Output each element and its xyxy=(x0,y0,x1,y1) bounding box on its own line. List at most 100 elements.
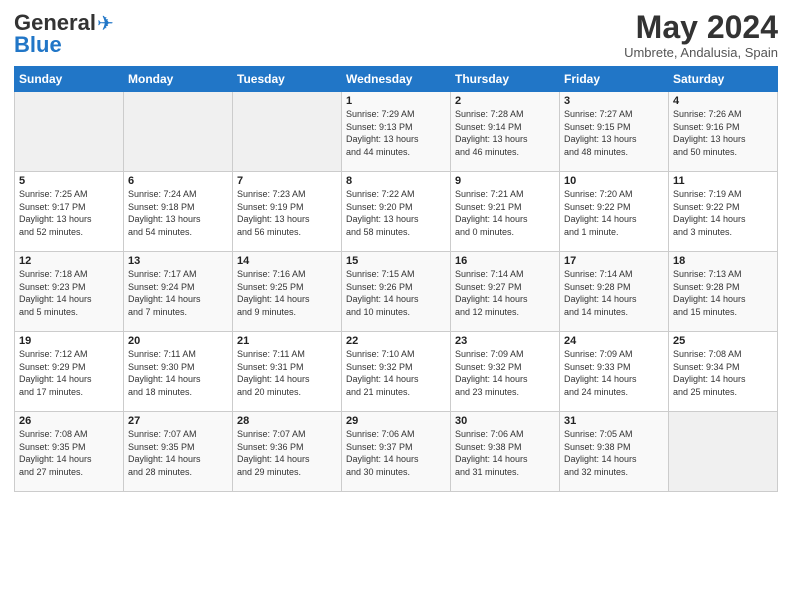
day-cell: 31Sunrise: 7:05 AM Sunset: 9:38 PM Dayli… xyxy=(560,412,669,492)
day-info: Sunrise: 7:08 AM Sunset: 9:34 PM Dayligh… xyxy=(673,348,773,398)
day-info: Sunrise: 7:26 AM Sunset: 9:16 PM Dayligh… xyxy=(673,108,773,158)
day-number: 16 xyxy=(455,255,555,267)
day-number: 6 xyxy=(128,175,228,187)
day-number: 1 xyxy=(346,95,446,107)
day-cell: 30Sunrise: 7:06 AM Sunset: 9:38 PM Dayli… xyxy=(451,412,560,492)
header: General ✈ Blue May 2024 Umbrete, Andalus… xyxy=(14,10,778,60)
day-cell: 14Sunrise: 7:16 AM Sunset: 9:25 PM Dayli… xyxy=(233,252,342,332)
logo-blue-text: Blue xyxy=(14,32,62,58)
day-number: 5 xyxy=(19,175,119,187)
day-number: 2 xyxy=(455,95,555,107)
day-info: Sunrise: 7:21 AM Sunset: 9:21 PM Dayligh… xyxy=(455,188,555,238)
day-number: 24 xyxy=(564,335,664,347)
col-header-friday: Friday xyxy=(560,67,669,92)
logo: General ✈ Blue xyxy=(14,10,114,58)
day-number: 19 xyxy=(19,335,119,347)
day-cell: 13Sunrise: 7:17 AM Sunset: 9:24 PM Dayli… xyxy=(124,252,233,332)
day-cell: 29Sunrise: 7:06 AM Sunset: 9:37 PM Dayli… xyxy=(342,412,451,492)
day-number: 17 xyxy=(564,255,664,267)
day-info: Sunrise: 7:20 AM Sunset: 9:22 PM Dayligh… xyxy=(564,188,664,238)
day-info: Sunrise: 7:06 AM Sunset: 9:37 PM Dayligh… xyxy=(346,428,446,478)
day-cell: 4Sunrise: 7:26 AM Sunset: 9:16 PM Daylig… xyxy=(669,92,778,172)
logo-bird-icon: ✈ xyxy=(97,11,114,36)
day-info: Sunrise: 7:12 AM Sunset: 9:29 PM Dayligh… xyxy=(19,348,119,398)
day-number: 7 xyxy=(237,175,337,187)
day-number: 28 xyxy=(237,415,337,427)
day-info: Sunrise: 7:10 AM Sunset: 9:32 PM Dayligh… xyxy=(346,348,446,398)
day-info: Sunrise: 7:24 AM Sunset: 9:18 PM Dayligh… xyxy=(128,188,228,238)
day-number: 4 xyxy=(673,95,773,107)
week-row-2: 5Sunrise: 7:25 AM Sunset: 9:17 PM Daylig… xyxy=(15,172,778,252)
day-number: 14 xyxy=(237,255,337,267)
week-row-1: 1Sunrise: 7:29 AM Sunset: 9:13 PM Daylig… xyxy=(15,92,778,172)
col-header-tuesday: Tuesday xyxy=(233,67,342,92)
day-cell: 18Sunrise: 7:13 AM Sunset: 9:28 PM Dayli… xyxy=(669,252,778,332)
day-cell: 3Sunrise: 7:27 AM Sunset: 9:15 PM Daylig… xyxy=(560,92,669,172)
day-cell: 17Sunrise: 7:14 AM Sunset: 9:28 PM Dayli… xyxy=(560,252,669,332)
day-cell: 5Sunrise: 7:25 AM Sunset: 9:17 PM Daylig… xyxy=(15,172,124,252)
day-cell: 27Sunrise: 7:07 AM Sunset: 9:35 PM Dayli… xyxy=(124,412,233,492)
day-number: 18 xyxy=(673,255,773,267)
col-header-sunday: Sunday xyxy=(15,67,124,92)
day-info: Sunrise: 7:11 AM Sunset: 9:30 PM Dayligh… xyxy=(128,348,228,398)
week-row-4: 19Sunrise: 7:12 AM Sunset: 9:29 PM Dayli… xyxy=(15,332,778,412)
day-number: 10 xyxy=(564,175,664,187)
day-cell: 21Sunrise: 7:11 AM Sunset: 9:31 PM Dayli… xyxy=(233,332,342,412)
page: General ✈ Blue May 2024 Umbrete, Andalus… xyxy=(0,0,792,612)
day-number: 26 xyxy=(19,415,119,427)
day-info: Sunrise: 7:14 AM Sunset: 9:27 PM Dayligh… xyxy=(455,268,555,318)
col-header-saturday: Saturday xyxy=(669,67,778,92)
day-number: 21 xyxy=(237,335,337,347)
day-cell: 1Sunrise: 7:29 AM Sunset: 9:13 PM Daylig… xyxy=(342,92,451,172)
day-info: Sunrise: 7:07 AM Sunset: 9:36 PM Dayligh… xyxy=(237,428,337,478)
day-number: 31 xyxy=(564,415,664,427)
day-info: Sunrise: 7:05 AM Sunset: 9:38 PM Dayligh… xyxy=(564,428,664,478)
day-cell: 10Sunrise: 7:20 AM Sunset: 9:22 PM Dayli… xyxy=(560,172,669,252)
location: Umbrete, Andalusia, Spain xyxy=(624,45,778,60)
col-header-wednesday: Wednesday xyxy=(342,67,451,92)
day-number: 8 xyxy=(346,175,446,187)
day-cell xyxy=(15,92,124,172)
day-info: Sunrise: 7:11 AM Sunset: 9:31 PM Dayligh… xyxy=(237,348,337,398)
day-info: Sunrise: 7:16 AM Sunset: 9:25 PM Dayligh… xyxy=(237,268,337,318)
day-number: 15 xyxy=(346,255,446,267)
calendar-table: SundayMondayTuesdayWednesdayThursdayFrid… xyxy=(14,66,778,492)
day-info: Sunrise: 7:08 AM Sunset: 9:35 PM Dayligh… xyxy=(19,428,119,478)
day-cell: 24Sunrise: 7:09 AM Sunset: 9:33 PM Dayli… xyxy=(560,332,669,412)
day-cell: 11Sunrise: 7:19 AM Sunset: 9:22 PM Dayli… xyxy=(669,172,778,252)
day-info: Sunrise: 7:28 AM Sunset: 9:14 PM Dayligh… xyxy=(455,108,555,158)
day-cell xyxy=(233,92,342,172)
day-number: 23 xyxy=(455,335,555,347)
day-info: Sunrise: 7:25 AM Sunset: 9:17 PM Dayligh… xyxy=(19,188,119,238)
day-number: 12 xyxy=(19,255,119,267)
day-number: 30 xyxy=(455,415,555,427)
day-cell xyxy=(669,412,778,492)
day-number: 25 xyxy=(673,335,773,347)
day-cell: 2Sunrise: 7:28 AM Sunset: 9:14 PM Daylig… xyxy=(451,92,560,172)
day-info: Sunrise: 7:18 AM Sunset: 9:23 PM Dayligh… xyxy=(19,268,119,318)
day-cell: 26Sunrise: 7:08 AM Sunset: 9:35 PM Dayli… xyxy=(15,412,124,492)
day-number: 29 xyxy=(346,415,446,427)
day-cell xyxy=(124,92,233,172)
day-cell: 12Sunrise: 7:18 AM Sunset: 9:23 PM Dayli… xyxy=(15,252,124,332)
day-info: Sunrise: 7:06 AM Sunset: 9:38 PM Dayligh… xyxy=(455,428,555,478)
day-info: Sunrise: 7:07 AM Sunset: 9:35 PM Dayligh… xyxy=(128,428,228,478)
day-cell: 19Sunrise: 7:12 AM Sunset: 9:29 PM Dayli… xyxy=(15,332,124,412)
day-info: Sunrise: 7:22 AM Sunset: 9:20 PM Dayligh… xyxy=(346,188,446,238)
day-cell: 6Sunrise: 7:24 AM Sunset: 9:18 PM Daylig… xyxy=(124,172,233,252)
day-number: 20 xyxy=(128,335,228,347)
day-cell: 23Sunrise: 7:09 AM Sunset: 9:32 PM Dayli… xyxy=(451,332,560,412)
day-info: Sunrise: 7:09 AM Sunset: 9:33 PM Dayligh… xyxy=(564,348,664,398)
day-cell: 16Sunrise: 7:14 AM Sunset: 9:27 PM Dayli… xyxy=(451,252,560,332)
day-info: Sunrise: 7:29 AM Sunset: 9:13 PM Dayligh… xyxy=(346,108,446,158)
day-cell: 22Sunrise: 7:10 AM Sunset: 9:32 PM Dayli… xyxy=(342,332,451,412)
day-number: 11 xyxy=(673,175,773,187)
day-info: Sunrise: 7:13 AM Sunset: 9:28 PM Dayligh… xyxy=(673,268,773,318)
day-info: Sunrise: 7:09 AM Sunset: 9:32 PM Dayligh… xyxy=(455,348,555,398)
day-info: Sunrise: 7:15 AM Sunset: 9:26 PM Dayligh… xyxy=(346,268,446,318)
day-info: Sunrise: 7:14 AM Sunset: 9:28 PM Dayligh… xyxy=(564,268,664,318)
day-number: 9 xyxy=(455,175,555,187)
day-info: Sunrise: 7:19 AM Sunset: 9:22 PM Dayligh… xyxy=(673,188,773,238)
day-info: Sunrise: 7:23 AM Sunset: 9:19 PM Dayligh… xyxy=(237,188,337,238)
day-info: Sunrise: 7:17 AM Sunset: 9:24 PM Dayligh… xyxy=(128,268,228,318)
